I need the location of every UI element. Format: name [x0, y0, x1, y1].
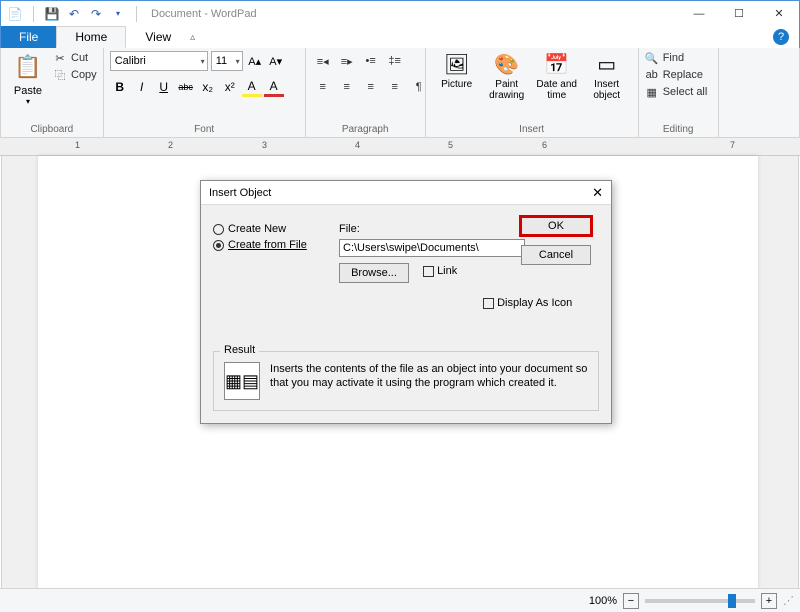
- minimize-button[interactable]: —: [679, 1, 719, 26]
- editing-group: 🔍Find abReplace ▦Select all Editing: [639, 48, 719, 137]
- picture-icon: 🖼: [441, 51, 473, 79]
- replace-button[interactable]: abReplace: [645, 68, 708, 82]
- calendar-icon: 📅: [541, 51, 573, 79]
- dialog-title: Insert Object: [209, 187, 271, 199]
- ribbon-tabs: File Home View ▵ ?: [0, 26, 800, 48]
- object-icon: ▭: [591, 51, 623, 79]
- display-as-icon-checkbox[interactable]: Display As Icon: [483, 297, 572, 309]
- decrease-indent-button[interactable]: ≡◂: [312, 51, 334, 71]
- grow-font-button[interactable]: A▴: [246, 51, 264, 71]
- font-group: Calibri▾ 11▾ A▴ A▾ B I U abc x₂ x² A A F…: [104, 48, 306, 137]
- result-label: Result: [220, 344, 259, 356]
- result-description: Inserts the contents of the file as an o…: [270, 362, 588, 400]
- select-all-icon: ▦: [645, 85, 659, 99]
- font-name-combo[interactable]: Calibri▾: [110, 51, 208, 71]
- dialog-titlebar: Insert Object ✕: [201, 181, 611, 205]
- bullets-button[interactable]: •≡: [360, 51, 382, 71]
- ok-button[interactable]: OK: [519, 215, 593, 237]
- font-size-combo[interactable]: 11▾: [211, 51, 243, 71]
- collapse-ribbon-icon[interactable]: ▵: [190, 32, 195, 43]
- cut-button[interactable]: ✂Cut: [53, 51, 97, 65]
- highlight-button[interactable]: A: [242, 77, 262, 97]
- clipboard-label: Clipboard: [7, 123, 97, 136]
- browse-button[interactable]: Browse...: [339, 263, 409, 283]
- checkbox-icon: [423, 266, 434, 277]
- result-icon: ▦▤: [224, 362, 260, 400]
- editing-label: Editing: [645, 123, 712, 136]
- paint-drawing-button[interactable]: 🎨Paint drawing: [482, 51, 532, 101]
- clipboard-group: 📋 Paste ▾ ✂Cut ⿻Copy Clipboard: [1, 48, 104, 137]
- strikethrough-button[interactable]: abc: [176, 77, 196, 97]
- copy-icon: ⿻: [53, 68, 67, 82]
- home-tab[interactable]: Home: [56, 26, 126, 48]
- superscript-button[interactable]: x²: [220, 77, 240, 97]
- align-right-button[interactable]: ≡: [360, 77, 382, 97]
- justify-button[interactable]: ≡: [384, 77, 406, 97]
- app-icon: 📄: [7, 6, 23, 22]
- help-icon[interactable]: ?: [773, 29, 789, 45]
- save-icon[interactable]: 💾: [44, 6, 60, 22]
- resize-grip-icon[interactable]: ⋰: [783, 594, 794, 607]
- select-all-button[interactable]: ▦Select all: [645, 85, 708, 99]
- result-panel: Result ▦▤ Inserts the contents of the fi…: [213, 351, 599, 411]
- underline-button[interactable]: U: [154, 77, 174, 97]
- insert-object-dialog: Insert Object ✕ Create New Create from F…: [200, 180, 612, 424]
- zoom-slider[interactable]: [645, 599, 755, 603]
- dialog-close-button[interactable]: ✕: [592, 185, 603, 201]
- window-title: Document - WordPad: [147, 8, 679, 20]
- file-path-input[interactable]: C:\Users\swipe\Documents\: [339, 239, 525, 257]
- close-button[interactable]: ✕: [759, 1, 799, 26]
- paste-icon: 📋: [12, 51, 44, 83]
- paragraph-group: ≡◂ ≡▸ •≡ ‡≡ ≡ ≡ ≡ ≡ ¶ Paragraph: [306, 48, 426, 137]
- cancel-button[interactable]: Cancel: [521, 245, 591, 265]
- shrink-font-button[interactable]: A▾: [267, 51, 285, 71]
- copy-button[interactable]: ⿻Copy: [53, 68, 97, 82]
- align-left-button[interactable]: ≡: [312, 77, 334, 97]
- bold-button[interactable]: B: [110, 77, 130, 97]
- italic-button[interactable]: I: [132, 77, 152, 97]
- subscript-button[interactable]: x₂: [198, 77, 218, 97]
- title-bar: 📄 💾 ↶ ↷ ▾ Document - WordPad — ☐ ✕: [0, 0, 800, 26]
- find-icon: 🔍: [645, 51, 659, 65]
- date-time-button[interactable]: 📅Date and time: [532, 51, 582, 101]
- ribbon: 📋 Paste ▾ ✂Cut ⿻Copy Clipboard Calibri▾ …: [0, 48, 800, 138]
- line-spacing-button[interactable]: ‡≡: [384, 51, 406, 71]
- increase-indent-button[interactable]: ≡▸: [336, 51, 358, 71]
- ruler[interactable]: 1 2 3 4 5 6 7: [0, 138, 800, 156]
- font-label: Font: [110, 123, 299, 136]
- insert-group: 🖼Picture 🎨Paint drawing 📅Date and time ▭…: [426, 48, 639, 137]
- font-color-button[interactable]: A: [264, 77, 284, 97]
- insert-object-button[interactable]: ▭Insert object: [582, 51, 632, 101]
- cut-icon: ✂: [53, 51, 67, 65]
- paint-icon: 🎨: [491, 51, 523, 79]
- picture-button[interactable]: 🖼Picture: [432, 51, 482, 90]
- replace-icon: ab: [645, 68, 659, 82]
- zoom-in-button[interactable]: +: [761, 593, 777, 609]
- zoom-thumb[interactable]: [728, 594, 736, 608]
- redo-icon[interactable]: ↷: [88, 6, 104, 22]
- view-tab[interactable]: View: [126, 26, 190, 48]
- paste-button[interactable]: 📋 Paste ▾: [7, 51, 49, 106]
- file-tab[interactable]: File: [1, 26, 56, 48]
- maximize-button[interactable]: ☐: [719, 1, 759, 26]
- link-checkbox[interactable]: Link: [423, 265, 457, 277]
- checkbox-icon: [483, 298, 494, 309]
- radio-icon: [213, 224, 224, 235]
- radio-icon: [213, 240, 224, 251]
- quick-access-toolbar: 📄 💾 ↶ ↷ ▾: [1, 6, 147, 22]
- zoom-out-button[interactable]: −: [623, 593, 639, 609]
- zoom-level: 100%: [589, 595, 617, 607]
- file-label: File:: [339, 223, 360, 235]
- find-button[interactable]: 🔍Find: [645, 51, 708, 65]
- qat-dropdown-icon[interactable]: ▾: [110, 6, 126, 22]
- align-center-button[interactable]: ≡: [336, 77, 358, 97]
- undo-icon[interactable]: ↶: [66, 6, 82, 22]
- insert-label: Insert: [432, 123, 632, 136]
- status-bar: 100% − + ⋰: [0, 588, 800, 612]
- paragraph-label: Paragraph: [312, 123, 419, 136]
